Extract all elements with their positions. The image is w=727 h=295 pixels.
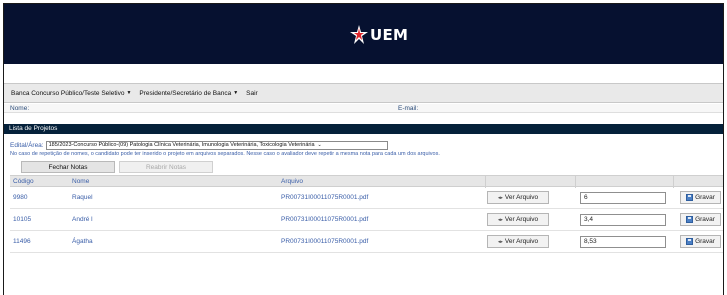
repeat-name-notice: No caso de repetição de nomes, o candida… bbox=[10, 151, 440, 157]
table-row: 9980 Raquel PR00731I00011075R0001.pdf ◂▸… bbox=[10, 187, 723, 209]
edital-row: Edital/Área: 185/2023-Concurso Público-(… bbox=[10, 140, 388, 150]
menu-presidente-secretario[interactable]: Presidente/Secretário de Banca ▼ bbox=[139, 90, 238, 97]
app-window: UEM Banca Concurso Público/Teste Seletiv… bbox=[3, 3, 724, 295]
cell-nome: André l bbox=[72, 216, 93, 223]
uem-logo[interactable]: UEM bbox=[350, 25, 408, 45]
grade-input[interactable]: 6 bbox=[580, 192, 666, 204]
menu-presidente-secretario-label: Presidente/Secretário de Banca bbox=[139, 89, 232, 97]
menu-bar: Banca Concurso Público/Teste Seletivo ▼ … bbox=[4, 83, 723, 103]
table-header: Código Nome Arquivo bbox=[10, 175, 723, 188]
section-title: Lista de Projetos bbox=[9, 125, 58, 132]
view-icon: ◂▸ bbox=[497, 216, 503, 223]
chevron-down-icon: ⌄ bbox=[317, 142, 322, 148]
save-icon bbox=[686, 216, 694, 223]
save-grade-label: Gravar bbox=[695, 238, 715, 245]
cell-arquivo: PR00731I00011075R0001.pdf bbox=[281, 216, 369, 223]
caret-down-icon: ▼ bbox=[233, 90, 239, 96]
view-file-button[interactable]: ◂▸ Ver Arquivo bbox=[487, 191, 549, 204]
user-info-row: Nome: E-mail: bbox=[4, 104, 723, 113]
save-grade-label: Gravar bbox=[695, 194, 715, 201]
menu-banca-concurso-label: Banca Concurso Público/Teste Seletivo bbox=[11, 89, 125, 97]
view-file-button[interactable]: ◂▸ Ver Arquivo bbox=[487, 213, 549, 226]
save-icon bbox=[686, 238, 694, 245]
logo-text: UEM bbox=[370, 26, 409, 44]
col-header-nome: Nome bbox=[72, 178, 90, 185]
view-icon: ◂▸ bbox=[497, 194, 503, 201]
cell-codigo: 9980 bbox=[13, 194, 28, 201]
cell-codigo: 10105 bbox=[13, 216, 32, 223]
section-title-bar: Lista de Projetos bbox=[4, 124, 723, 134]
close-grades-button[interactable]: Fechar Notas bbox=[21, 161, 115, 173]
cell-codigo: 11496 bbox=[13, 238, 31, 245]
col-header-codigo: Código bbox=[13, 178, 34, 185]
cell-arquivo: PR00731I00011075R0001.pdf bbox=[281, 238, 369, 245]
view-file-label: Ver Arquivo bbox=[504, 238, 539, 245]
edital-selected-value: 185/2023-Concurso Público-(09) Patologia… bbox=[48, 142, 315, 148]
cell-nome: Ágatha bbox=[72, 238, 93, 245]
save-grade-button[interactable]: Gravar bbox=[680, 213, 721, 226]
grade-input[interactable]: 8,53 bbox=[580, 236, 666, 248]
cell-nome: Raquel bbox=[72, 194, 93, 201]
table-row: 10105 André l PR00731I00011075R0001.pdf … bbox=[10, 209, 723, 231]
menu-sair[interactable]: Sair bbox=[246, 90, 258, 97]
uem-logo-mark-icon bbox=[350, 25, 368, 44]
caret-down-icon: ▼ bbox=[126, 90, 132, 96]
col-header-arquivo: Arquivo bbox=[281, 178, 304, 185]
projects-table: Código Nome Arquivo 9980 Raquel PR00731I… bbox=[10, 175, 723, 253]
view-file-label: Ver Arquivo bbox=[504, 216, 539, 223]
reopen-grades-button[interactable]: Reabrir Notas bbox=[119, 161, 213, 173]
edital-label: Edital/Área: bbox=[10, 141, 44, 149]
email-label: E-mail: bbox=[398, 105, 419, 112]
cell-arquivo: PR00731I00011075R0001.pdf bbox=[281, 194, 369, 201]
view-file-label: Ver Arquivo bbox=[504, 194, 539, 201]
view-icon: ◂▸ bbox=[497, 238, 503, 245]
menu-sair-label: Sair bbox=[246, 89, 258, 97]
table-row: 11496 Ágatha PR00731I00011075R0001.pdf ◂… bbox=[10, 231, 723, 253]
save-icon bbox=[686, 194, 694, 201]
save-grade-button[interactable]: Gravar bbox=[680, 235, 721, 248]
edital-select[interactable]: 185/2023-Concurso Público-(09) Patologia… bbox=[45, 140, 388, 150]
menu-banca-concurso[interactable]: Banca Concurso Público/Teste Seletivo ▼ bbox=[11, 90, 131, 97]
grade-input[interactable]: 3,4 bbox=[580, 214, 666, 226]
save-grade-button[interactable]: Gravar bbox=[680, 191, 721, 204]
view-file-button[interactable]: ◂▸ Ver Arquivo bbox=[487, 235, 549, 248]
name-label: Nome: bbox=[10, 105, 30, 112]
save-grade-label: Gravar bbox=[695, 216, 715, 223]
site-header: UEM bbox=[4, 4, 723, 64]
